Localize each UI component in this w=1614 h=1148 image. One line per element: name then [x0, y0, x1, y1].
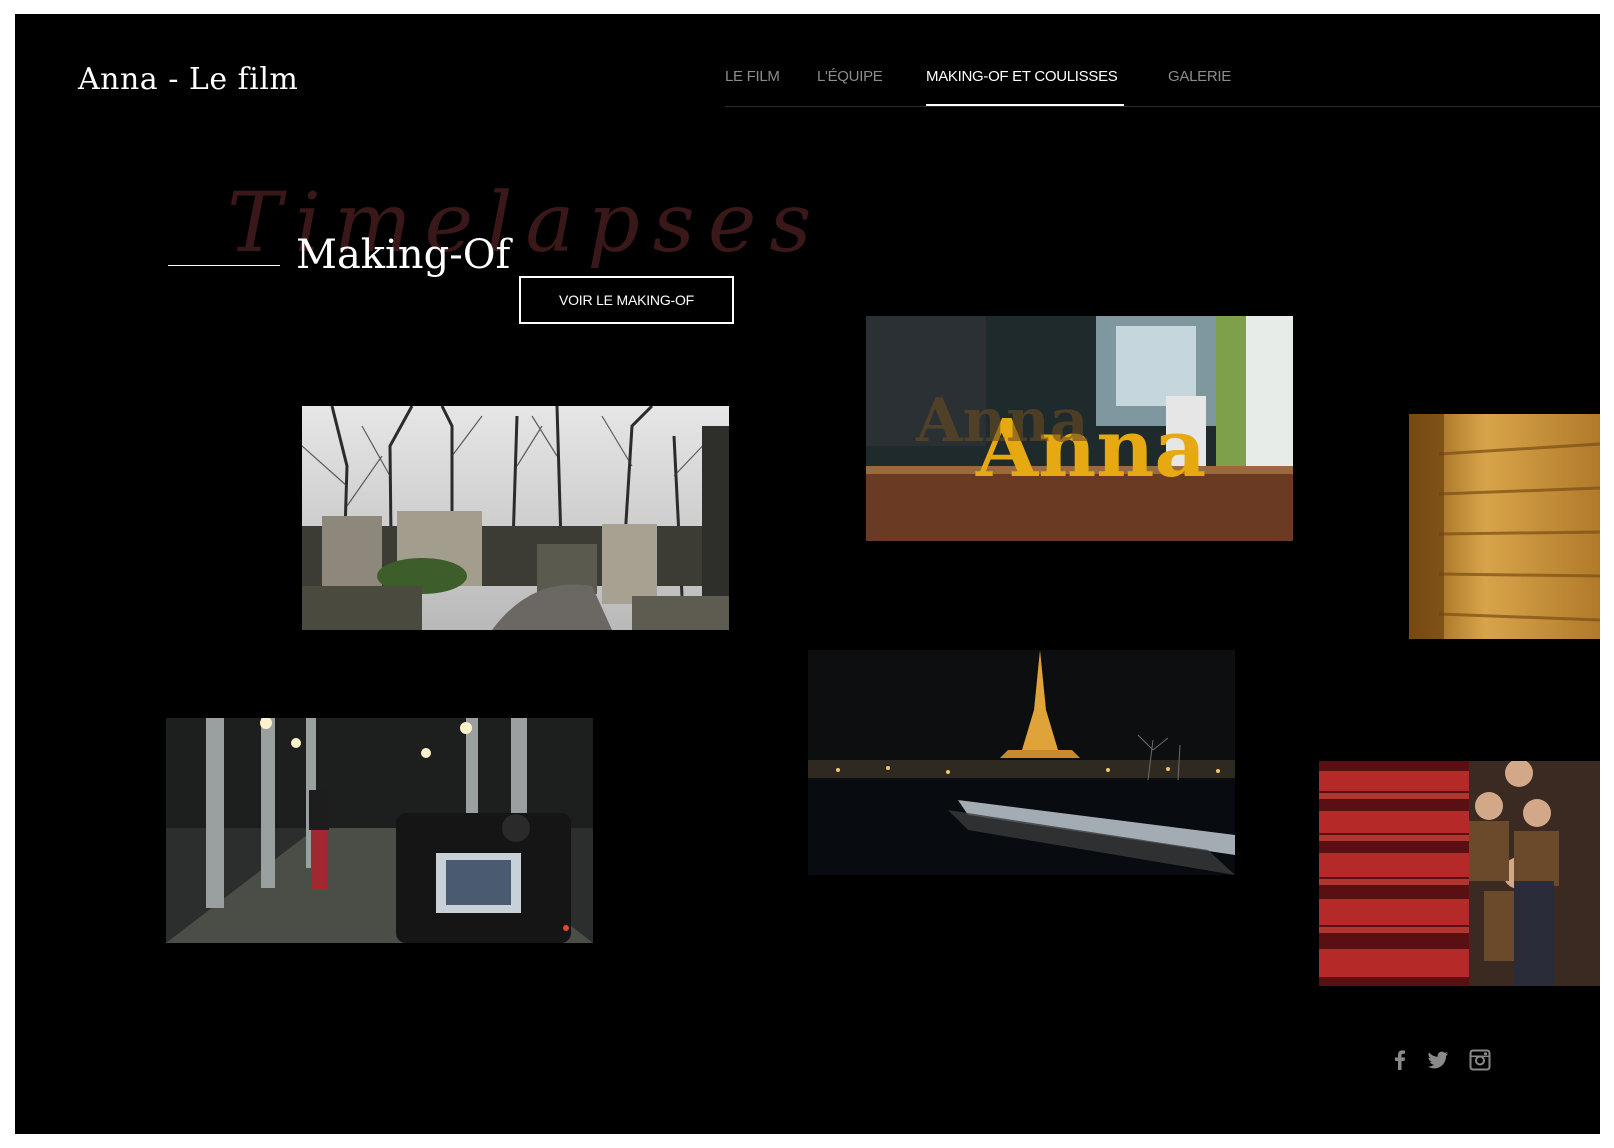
- main-nav: LE FILM L'ÉQUIPE MAKING-OF ET COULISSES …: [725, 14, 1600, 107]
- facebook-icon[interactable]: [1386, 1046, 1414, 1074]
- nav-item-equipe[interactable]: L'ÉQUIPE: [817, 68, 883, 85]
- svg-text:Anna: Anna: [915, 386, 1089, 456]
- cemetery-photo[interactable]: [302, 406, 729, 630]
- section-title: Making-Of: [296, 232, 511, 278]
- camera-bridge-photo[interactable]: [166, 718, 593, 943]
- site-logo[interactable]: Anna - Le film: [78, 62, 298, 97]
- anna-letters-photo[interactable]: Anna Anna: [866, 316, 1293, 541]
- eiffel-night-photo[interactable]: [808, 650, 1235, 875]
- nav-item-galerie[interactable]: GALERIE: [1168, 68, 1231, 85]
- voir-making-of-button[interactable]: VOIR LE MAKING-OF: [519, 276, 734, 324]
- twitter-icon[interactable]: [1424, 1046, 1452, 1074]
- page-frame: Anna - Le film LE FILM L'ÉQUIPE MAKING-O…: [15, 14, 1600, 1134]
- theater-crew-photo[interactable]: [1319, 761, 1600, 986]
- nav-item-making-of[interactable]: MAKING-OF ET COULISSES: [926, 68, 1118, 85]
- instagram-icon[interactable]: [1466, 1046, 1494, 1074]
- nav-active-underline: [926, 104, 1124, 106]
- golden-wall-photo[interactable]: [1409, 414, 1600, 639]
- title-rule: [168, 265, 280, 266]
- nav-item-le-film[interactable]: LE FILM: [725, 68, 780, 85]
